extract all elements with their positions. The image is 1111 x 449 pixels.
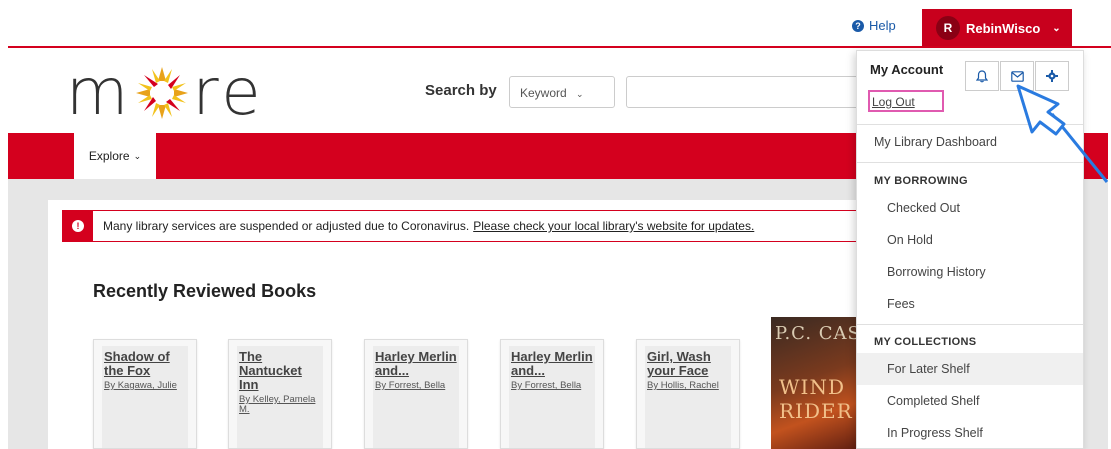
alert-link[interactable]: Please check your local library's websit…	[473, 219, 754, 233]
menu-divider	[857, 124, 1083, 125]
messages-button[interactable]	[1000, 61, 1034, 91]
explore-menu-button[interactable]: Explore ⌄	[74, 133, 156, 179]
my-account-heading: My Account	[870, 62, 944, 77]
chevron-down-icon: ⌄	[576, 89, 584, 99]
book-author[interactable]: By Kagawa, Julie	[104, 381, 186, 391]
search-by-label: Search by	[425, 82, 497, 99]
logo-text-start: m	[66, 56, 133, 130]
account-dropdown-menu: My Account Log Out My Library Dashboard …	[856, 50, 1084, 449]
cover-author-text: P.C. CAS	[775, 323, 861, 344]
logo-text-end: re	[192, 56, 265, 130]
book-author[interactable]: By Forrest, Bella	[511, 381, 593, 391]
alert-icon: !	[63, 211, 93, 241]
my-collections-heading: MY COLLECTIONS	[874, 336, 977, 348]
book-title[interactable]: Harley Merlin and...	[511, 350, 593, 378]
book-card[interactable]: Shadow of the Fox By Kagawa, Julie	[93, 339, 197, 449]
envelope-icon	[1010, 70, 1024, 82]
menu-item-checked-out[interactable]: Checked Out	[887, 201, 960, 215]
book-card[interactable]: Harley Merlin and... By Forrest, Bella	[364, 339, 468, 449]
book-cover-image[interactable]: P.C. CAS WIND RIDER	[771, 317, 867, 449]
menu-item-dashboard[interactable]: My Library Dashboard	[874, 135, 997, 149]
user-menu-button[interactable]: R RebinWisco ⌄	[922, 9, 1072, 47]
book-card[interactable]: The Nantucket Inn By Kelley, Pamela M.	[228, 339, 332, 449]
section-title: Recently Reviewed Books	[93, 281, 317, 301]
my-borrowing-heading: MY BORROWING	[874, 175, 968, 187]
bell-icon	[976, 69, 988, 82]
menu-item-fees[interactable]: Fees	[887, 297, 915, 311]
menu-item-borrowing-history[interactable]: Borrowing History	[887, 265, 986, 279]
help-link[interactable]: ? Help	[852, 18, 896, 33]
menu-item-completed-shelf[interactable]: Completed Shelf	[887, 394, 979, 408]
user-name: RebinWisco	[966, 20, 1041, 36]
gear-icon	[1046, 70, 1058, 82]
book-card[interactable]: Harley Merlin and... By Forrest, Bella	[500, 339, 604, 449]
book-card[interactable]: Girl, Wash your Face By Hollis, Rachel	[636, 339, 740, 449]
settings-button[interactable]	[1035, 61, 1069, 91]
explore-label: Explore	[88, 149, 130, 163]
search-type-select[interactable]: Keyword ⌄	[509, 76, 615, 108]
book-title[interactable]: Shadow of the Fox	[104, 350, 186, 378]
alert-message: Many library services are suspended or a…	[103, 219, 470, 233]
chevron-down-icon: ⌄	[133, 150, 142, 161]
search-type-value: Keyword	[520, 86, 567, 100]
top-divider	[8, 46, 1111, 48]
book-title[interactable]: Harley Merlin and...	[375, 350, 457, 378]
book-title[interactable]: Girl, Wash your Face	[647, 350, 729, 378]
log-out-link[interactable]: Log Out	[868, 90, 944, 112]
menu-divider	[857, 162, 1083, 163]
book-author[interactable]: By Hollis, Rachel	[647, 381, 729, 391]
menu-item-in-progress-shelf[interactable]: In Progress Shelf	[887, 426, 983, 440]
menu-divider	[857, 324, 1083, 325]
logo-burst-icon	[136, 67, 189, 119]
avatar: R	[936, 16, 960, 40]
book-title[interactable]: The Nantucket Inn	[239, 350, 321, 392]
notifications-button[interactable]	[965, 61, 999, 91]
search-input[interactable]	[626, 76, 866, 108]
help-icon: ?	[852, 19, 864, 32]
coronavirus-alert: ! Many library services are suspended or…	[62, 210, 868, 242]
chevron-down-icon: ⌄	[1052, 22, 1061, 34]
menu-item-on-hold[interactable]: On Hold	[887, 233, 933, 247]
more-logo[interactable]: m re	[66, 56, 265, 130]
book-author[interactable]: By Forrest, Bella	[375, 381, 457, 391]
menu-item-for-later-shelf[interactable]: For Later Shelf	[887, 362, 970, 376]
book-author[interactable]: By Kelley, Pamela M.	[239, 395, 321, 415]
cover-title-text-2: RIDER	[779, 399, 853, 423]
help-label: Help	[869, 18, 896, 33]
cover-title-text: WIND	[779, 375, 845, 399]
